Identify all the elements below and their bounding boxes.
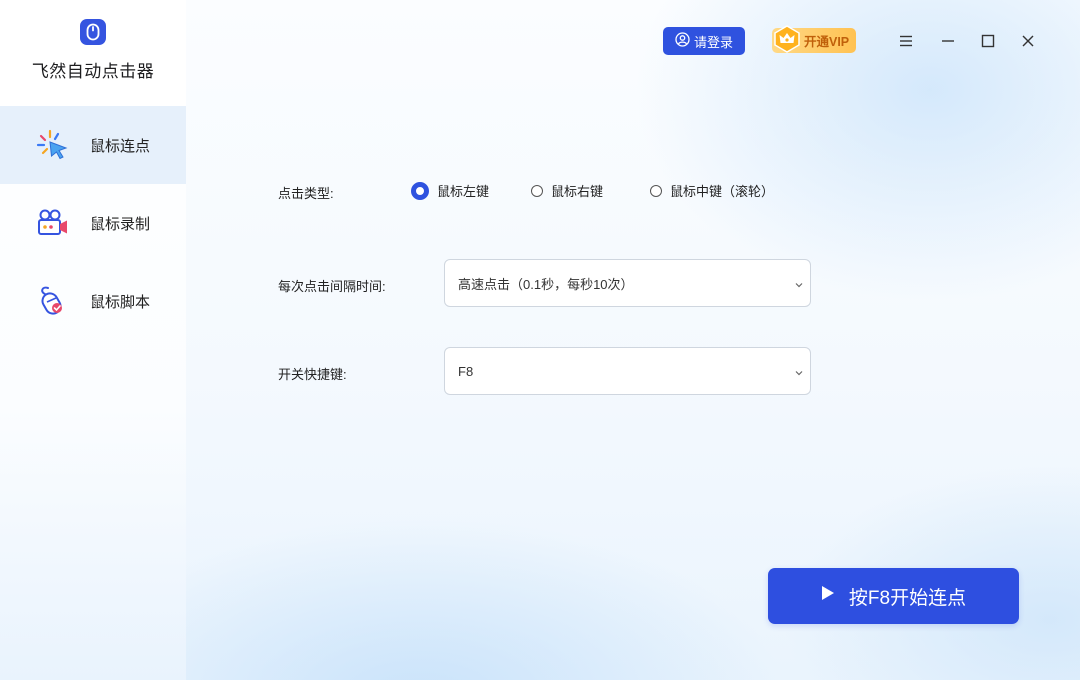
crown-icon xyxy=(772,24,802,54)
interval-select[interactable]: 高速点击（0.1秒，每秒10次） xyxy=(444,259,811,307)
mouse-click-icon xyxy=(36,128,70,162)
radio-checked-icon xyxy=(411,181,429,200)
menu-icon[interactable] xyxy=(895,30,917,52)
app-window: 飞然自动点击器 鼠标连点 鼠标录制 鼠标脚本 请登录 开通VIP 点击类型: 鼠… xyxy=(0,0,1080,680)
sidebar-item-mouse-click[interactable]: 鼠标连点 xyxy=(0,106,186,184)
click-type-label: 点击类型: xyxy=(278,186,334,201)
hotkey-label: 开关快捷键: xyxy=(278,367,347,382)
close-icon[interactable] xyxy=(1017,30,1039,52)
mouse-script-icon xyxy=(36,284,70,318)
vip-label: 开通VIP xyxy=(804,35,850,49)
interval-label: 每次点击间隔时间: xyxy=(278,279,386,294)
sidebar-item-mouse-record[interactable]: 鼠标录制 xyxy=(0,184,186,262)
video-camera-icon xyxy=(36,206,70,240)
radio-label: 鼠标左键 xyxy=(437,184,490,199)
start-clicking-button[interactable]: 按F8开始连点 xyxy=(768,568,1019,624)
hotkey-value: F8 xyxy=(458,363,474,379)
login-button[interactable]: 请登录 xyxy=(663,27,745,55)
minimize-icon[interactable] xyxy=(937,30,959,52)
sidebar-item-label: 鼠标连点 xyxy=(90,137,151,155)
radio-unchecked-icon xyxy=(650,184,662,197)
sidebar-item-mouse-script[interactable]: 鼠标脚本 xyxy=(0,262,186,340)
radio-label: 鼠标右键 xyxy=(551,184,604,199)
brand-header: 飞然自动点击器 xyxy=(0,0,186,106)
login-label: 请登录 xyxy=(693,34,733,50)
play-icon xyxy=(821,585,835,607)
mouse-icon xyxy=(80,19,106,45)
sidebar: 飞然自动点击器 鼠标连点 鼠标录制 鼠标脚本 xyxy=(0,0,186,680)
app-name: 飞然自动点击器 xyxy=(31,62,155,81)
vip-button[interactable]: 开通VIP xyxy=(772,25,856,53)
interval-value: 高速点击（0.1秒，每秒10次） xyxy=(458,276,634,292)
radio-unchecked-icon xyxy=(531,184,543,197)
chevron-down-icon xyxy=(794,278,804,288)
sidebar-item-label: 鼠标脚本 xyxy=(90,293,151,311)
user-icon xyxy=(675,32,690,50)
chevron-down-icon xyxy=(794,366,804,376)
hotkey-select[interactable]: F8 xyxy=(444,347,811,395)
sidebar-item-label: 鼠标录制 xyxy=(90,215,151,233)
maximize-icon[interactable] xyxy=(977,30,999,52)
radio-middle-button[interactable]: 鼠标中键（滚轮） xyxy=(650,181,774,200)
radio-label: 鼠标中键（滚轮） xyxy=(670,184,775,199)
radio-left-button[interactable]: 鼠标左键 xyxy=(411,181,489,200)
start-button-label: 按F8开始连点 xyxy=(848,587,967,609)
radio-right-button[interactable]: 鼠标右键 xyxy=(531,181,603,200)
